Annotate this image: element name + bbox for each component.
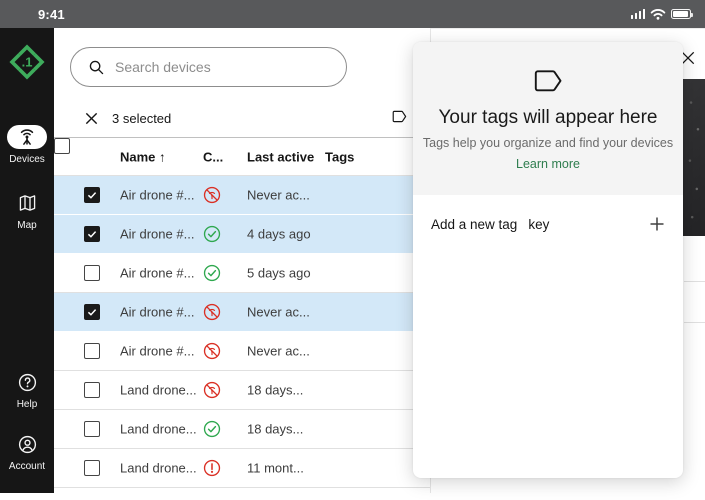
map-thumbnail[interactable] bbox=[683, 79, 705, 236]
wifi-icon bbox=[650, 8, 666, 20]
tag-icon bbox=[392, 110, 407, 123]
status-icons bbox=[631, 8, 692, 20]
app-logo[interactable]: .1 bbox=[0, 42, 54, 82]
account-icon bbox=[17, 434, 38, 455]
row-checkbox[interactable] bbox=[84, 460, 100, 476]
status-bar: 9:41 bbox=[0, 0, 705, 28]
device-name: Air drone #... bbox=[120, 188, 194, 203]
map-icon bbox=[17, 193, 38, 213]
last-active-value: 18 days... bbox=[247, 383, 303, 398]
device-name: Air drone #... bbox=[120, 227, 194, 242]
last-active-value: 4 days ago bbox=[247, 227, 311, 242]
sidebar-item-map[interactable]: Map bbox=[0, 191, 54, 231]
clock: 9:41 bbox=[38, 7, 65, 22]
divider bbox=[684, 322, 705, 323]
divider bbox=[684, 281, 705, 282]
row-checkbox[interactable] bbox=[84, 382, 100, 398]
device-name: Air drone #... bbox=[120, 344, 194, 359]
add-tag-label: Add a new tag bbox=[431, 217, 517, 232]
tags-panel-title: Your tags will appear here bbox=[439, 107, 658, 129]
clear-selection-button[interactable] bbox=[84, 111, 100, 127]
header-last-active[interactable]: Last active bbox=[247, 149, 314, 164]
header-connectivity[interactable]: C... bbox=[203, 149, 223, 164]
active-pill bbox=[7, 125, 47, 149]
last-active-value: 11 mont... bbox=[247, 461, 304, 476]
connected-icon bbox=[203, 264, 221, 282]
select-all-checkbox[interactable] bbox=[54, 138, 70, 154]
account-pill bbox=[7, 432, 47, 456]
app-screen: 9:41 .1 bbox=[0, 0, 705, 500]
sidebar-item-account[interactable]: Account bbox=[0, 432, 54, 472]
row-checkbox[interactable] bbox=[84, 343, 100, 359]
sidebar-item-label: Account bbox=[9, 461, 45, 472]
header-tags[interactable]: Tags bbox=[325, 149, 354, 164]
device-name: Air drone #... bbox=[120, 305, 194, 320]
sidebar-item-help[interactable]: Help bbox=[0, 370, 54, 410]
connectivity-status-icon bbox=[203, 342, 221, 360]
tags-empty-state: Your tags will appear here Tags help you… bbox=[413, 42, 683, 195]
no-connection-icon bbox=[203, 342, 221, 360]
search-box[interactable] bbox=[70, 47, 347, 87]
device-name: Land drone... bbox=[120, 461, 197, 476]
help-icon bbox=[17, 372, 38, 393]
last-active-value: Never ac... bbox=[247, 344, 310, 359]
connectivity-status-icon bbox=[203, 264, 221, 282]
connectivity-status-icon bbox=[203, 225, 221, 243]
connected-icon bbox=[203, 420, 221, 438]
bulk-tag-button[interactable] bbox=[392, 110, 406, 124]
device-name: Land drone... bbox=[120, 422, 197, 437]
learn-more-link[interactable]: Learn more bbox=[516, 157, 580, 171]
no-connection-icon bbox=[203, 186, 221, 204]
header-name[interactable]: Name ↑ bbox=[120, 149, 166, 164]
connectivity-status-icon bbox=[203, 459, 221, 477]
row-checkbox[interactable] bbox=[84, 304, 100, 320]
tags-panel-subtitle: Tags help you organize and find your dev… bbox=[423, 136, 673, 150]
sidebar-item-devices[interactable]: Devices bbox=[0, 125, 54, 165]
search-icon bbox=[87, 58, 105, 76]
search-input[interactable] bbox=[115, 59, 332, 75]
svg-text:.1: .1 bbox=[22, 55, 33, 70]
device-name: Air drone #... bbox=[120, 266, 194, 281]
connectivity-status-icon bbox=[203, 186, 221, 204]
brand-logo-icon: .1 bbox=[7, 42, 47, 82]
last-active-value: Never ac... bbox=[247, 188, 310, 203]
connectivity-status-icon bbox=[203, 381, 221, 399]
no-connection-icon bbox=[203, 381, 221, 399]
sort-arrow-icon: ↑ bbox=[159, 149, 166, 164]
connectivity-status-icon bbox=[203, 420, 221, 438]
add-tag-button[interactable] bbox=[649, 216, 665, 232]
row-checkbox[interactable] bbox=[84, 421, 100, 437]
last-active-value: Never ac... bbox=[247, 305, 310, 320]
plus-icon bbox=[649, 216, 665, 232]
close-icon bbox=[84, 111, 99, 126]
battery-icon bbox=[671, 9, 691, 19]
map-pill bbox=[7, 191, 47, 215]
connectivity-status-icon bbox=[203, 303, 221, 321]
sidebar-item-label: Help bbox=[17, 399, 38, 410]
device-name: Land drone... bbox=[120, 383, 197, 398]
sidebar-item-label: Map bbox=[17, 220, 36, 231]
antenna-icon bbox=[16, 127, 38, 147]
selected-count: 3 selected bbox=[112, 111, 171, 126]
cellular-signal-icon bbox=[631, 9, 646, 19]
add-tag-row[interactable]: Add a new tag key bbox=[413, 203, 683, 245]
sidebar: .1 Devices bbox=[0, 28, 54, 493]
row-checkbox[interactable] bbox=[84, 187, 100, 203]
add-tag-key-field[interactable]: key bbox=[528, 217, 549, 232]
sidebar-item-label: Devices bbox=[9, 154, 45, 165]
tag-icon bbox=[532, 68, 564, 95]
last-active-value: 18 days... bbox=[247, 422, 303, 437]
row-checkbox[interactable] bbox=[84, 226, 100, 242]
alert-icon bbox=[203, 459, 221, 477]
no-connection-icon bbox=[203, 303, 221, 321]
last-active-value: 5 days ago bbox=[247, 266, 311, 281]
connected-icon bbox=[203, 225, 221, 243]
tags-popover: Your tags will appear here Tags help you… bbox=[413, 42, 683, 478]
help-pill bbox=[7, 370, 47, 394]
row-checkbox[interactable] bbox=[84, 265, 100, 281]
